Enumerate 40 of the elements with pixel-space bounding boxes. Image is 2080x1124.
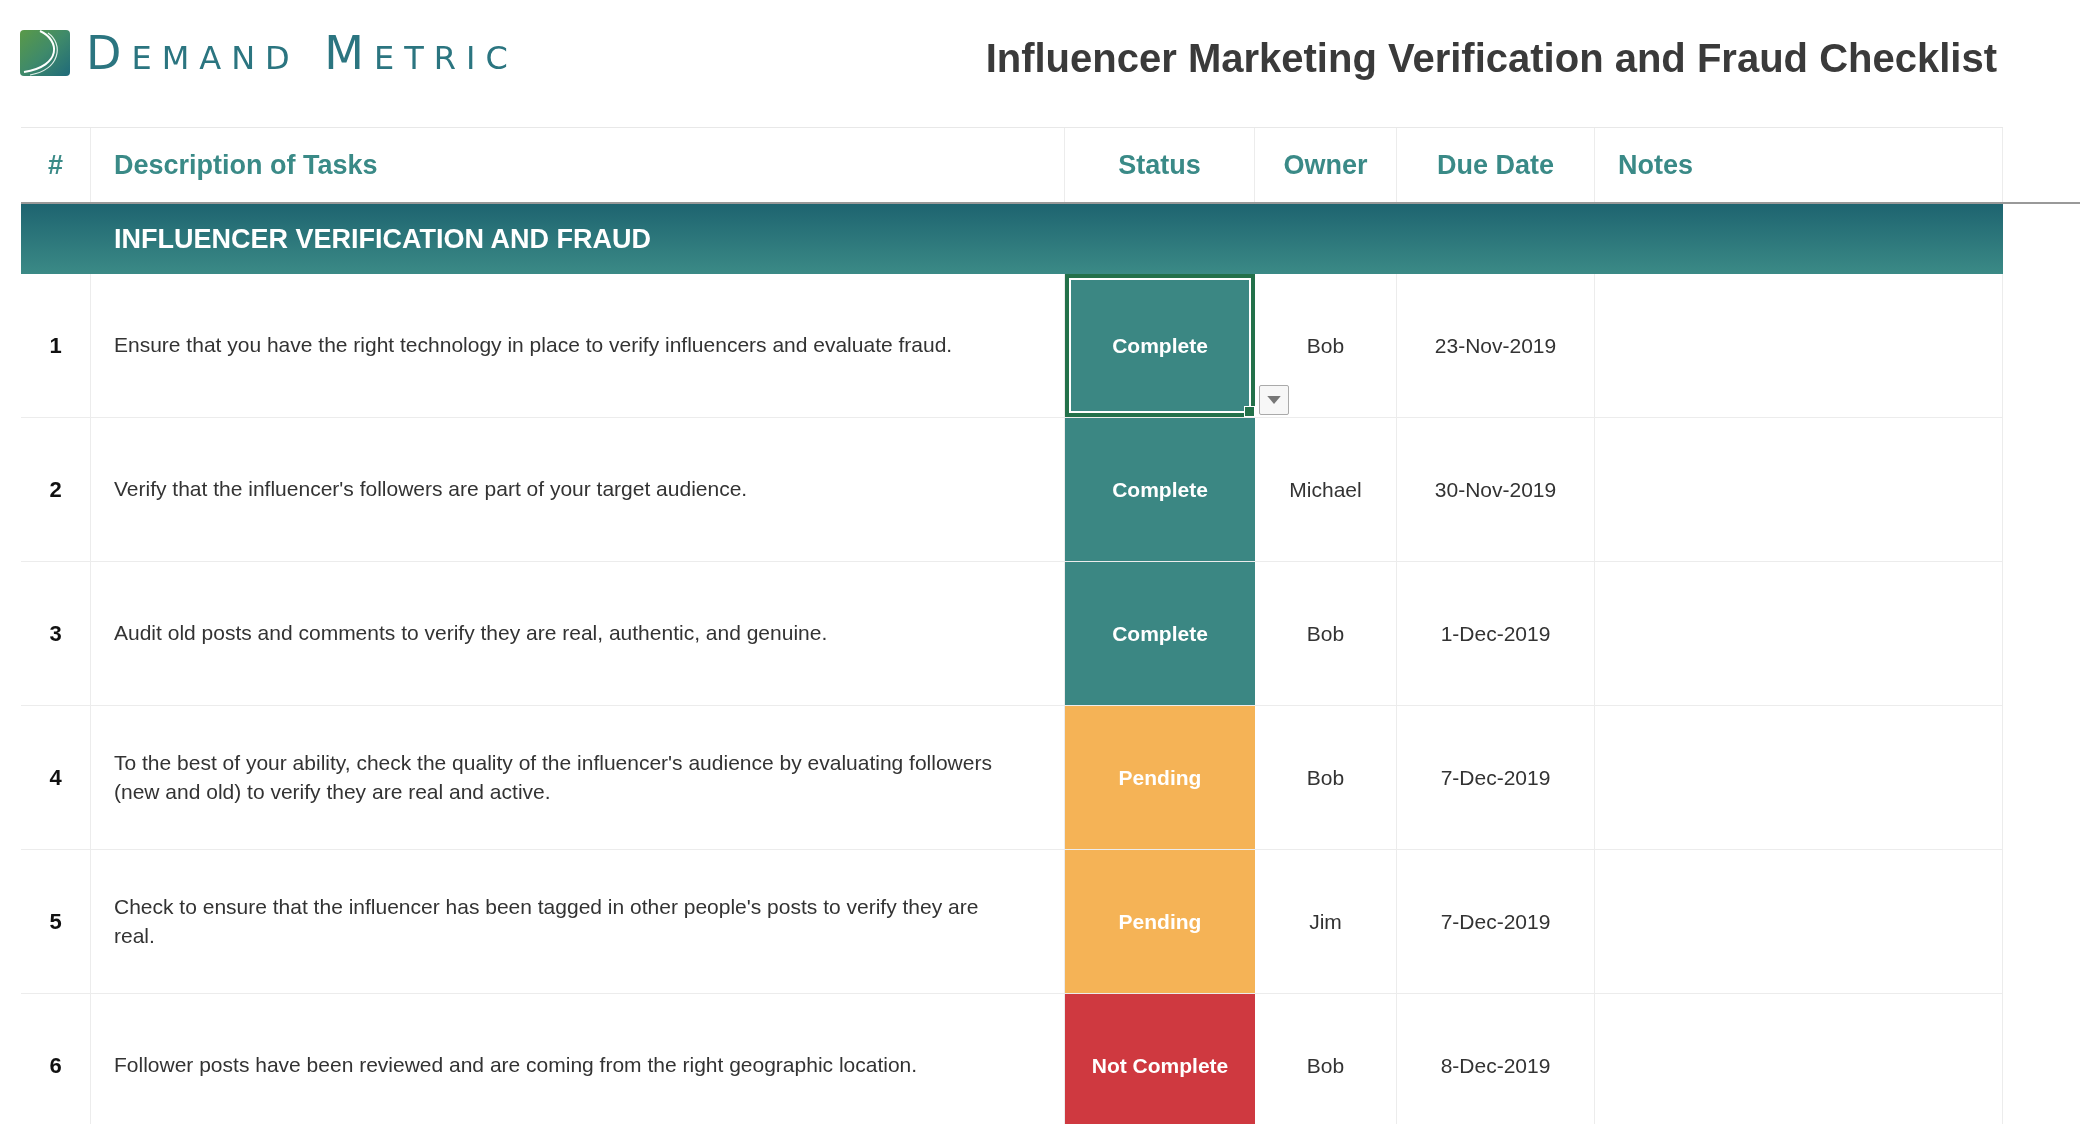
due-date: 30-Nov-2019 (1434, 477, 1557, 502)
due-date-header: Due Date (1437, 149, 1554, 181)
task-description: Audit old posts and comments to verify they are real, authentic, and genuine. (114, 620, 828, 647)
task-description: To the best of your ability, check the quality of the influencer's audience by evaluating followers (new and old) to verify they are real and active. (114, 750, 993, 805)
due-date: 7-Dec-2019 (1440, 909, 1551, 934)
owner: Bob (1306, 621, 1345, 646)
task-description: Check to ensure that the influencer has been tagged in other people's posts to verify they are real. (114, 894, 980, 949)
due-date: 23-Nov-2019 (1434, 333, 1557, 358)
due-date: 8-Dec-2019 (1440, 1053, 1551, 1078)
task-description: Follower posts have been reviewed and are coming from the right geographic location. (114, 1052, 918, 1079)
logo-icon (20, 30, 70, 76)
due-date: 1-Dec-2019 (1440, 621, 1551, 646)
due-date: 7-Dec-2019 (1440, 765, 1551, 790)
owner: Jim (1309, 909, 1342, 934)
row-number: 3 (49, 620, 62, 647)
fill-handle[interactable] (1244, 406, 1255, 417)
owner: Michael (1289, 477, 1362, 502)
task-description: Ensure that you have the right technology in place to verify influencers and evaluate fraud. (114, 332, 953, 359)
task-description: Verify that the influencer's followers are part of your target audience. (114, 476, 748, 503)
owner-header: Owner (1283, 149, 1368, 181)
caret-icon (1267, 395, 1281, 405)
status-cell[interactable]: Complete (1065, 562, 1255, 705)
notes-header: Notes (1618, 149, 1693, 181)
number-header: # (48, 149, 63, 181)
owner: Bob (1306, 333, 1345, 358)
logo-wordmark: Demand Metric (86, 30, 518, 76)
status-cell[interactable]: Complete (1065, 418, 1255, 561)
row-number: 1 (49, 332, 62, 359)
row-number: 4 (49, 764, 62, 791)
row-number: 5 (49, 908, 62, 935)
dropdown-button[interactable] (1259, 385, 1289, 415)
description-header: Description of Tasks (114, 149, 378, 181)
section-header: INFLUENCER VERIFICATION AND FRAUD (21, 204, 2003, 274)
owner: Bob (1306, 765, 1345, 790)
row-number: 6 (49, 1052, 62, 1079)
page-title: Influencer Marketing Verification and Fraud Checklist (985, 36, 1997, 80)
row-number: 2 (49, 476, 62, 503)
owner: Bob (1306, 1053, 1345, 1078)
status-header: Status (1118, 149, 1201, 181)
status-cell[interactable]: Not Complete (1065, 994, 1255, 1124)
